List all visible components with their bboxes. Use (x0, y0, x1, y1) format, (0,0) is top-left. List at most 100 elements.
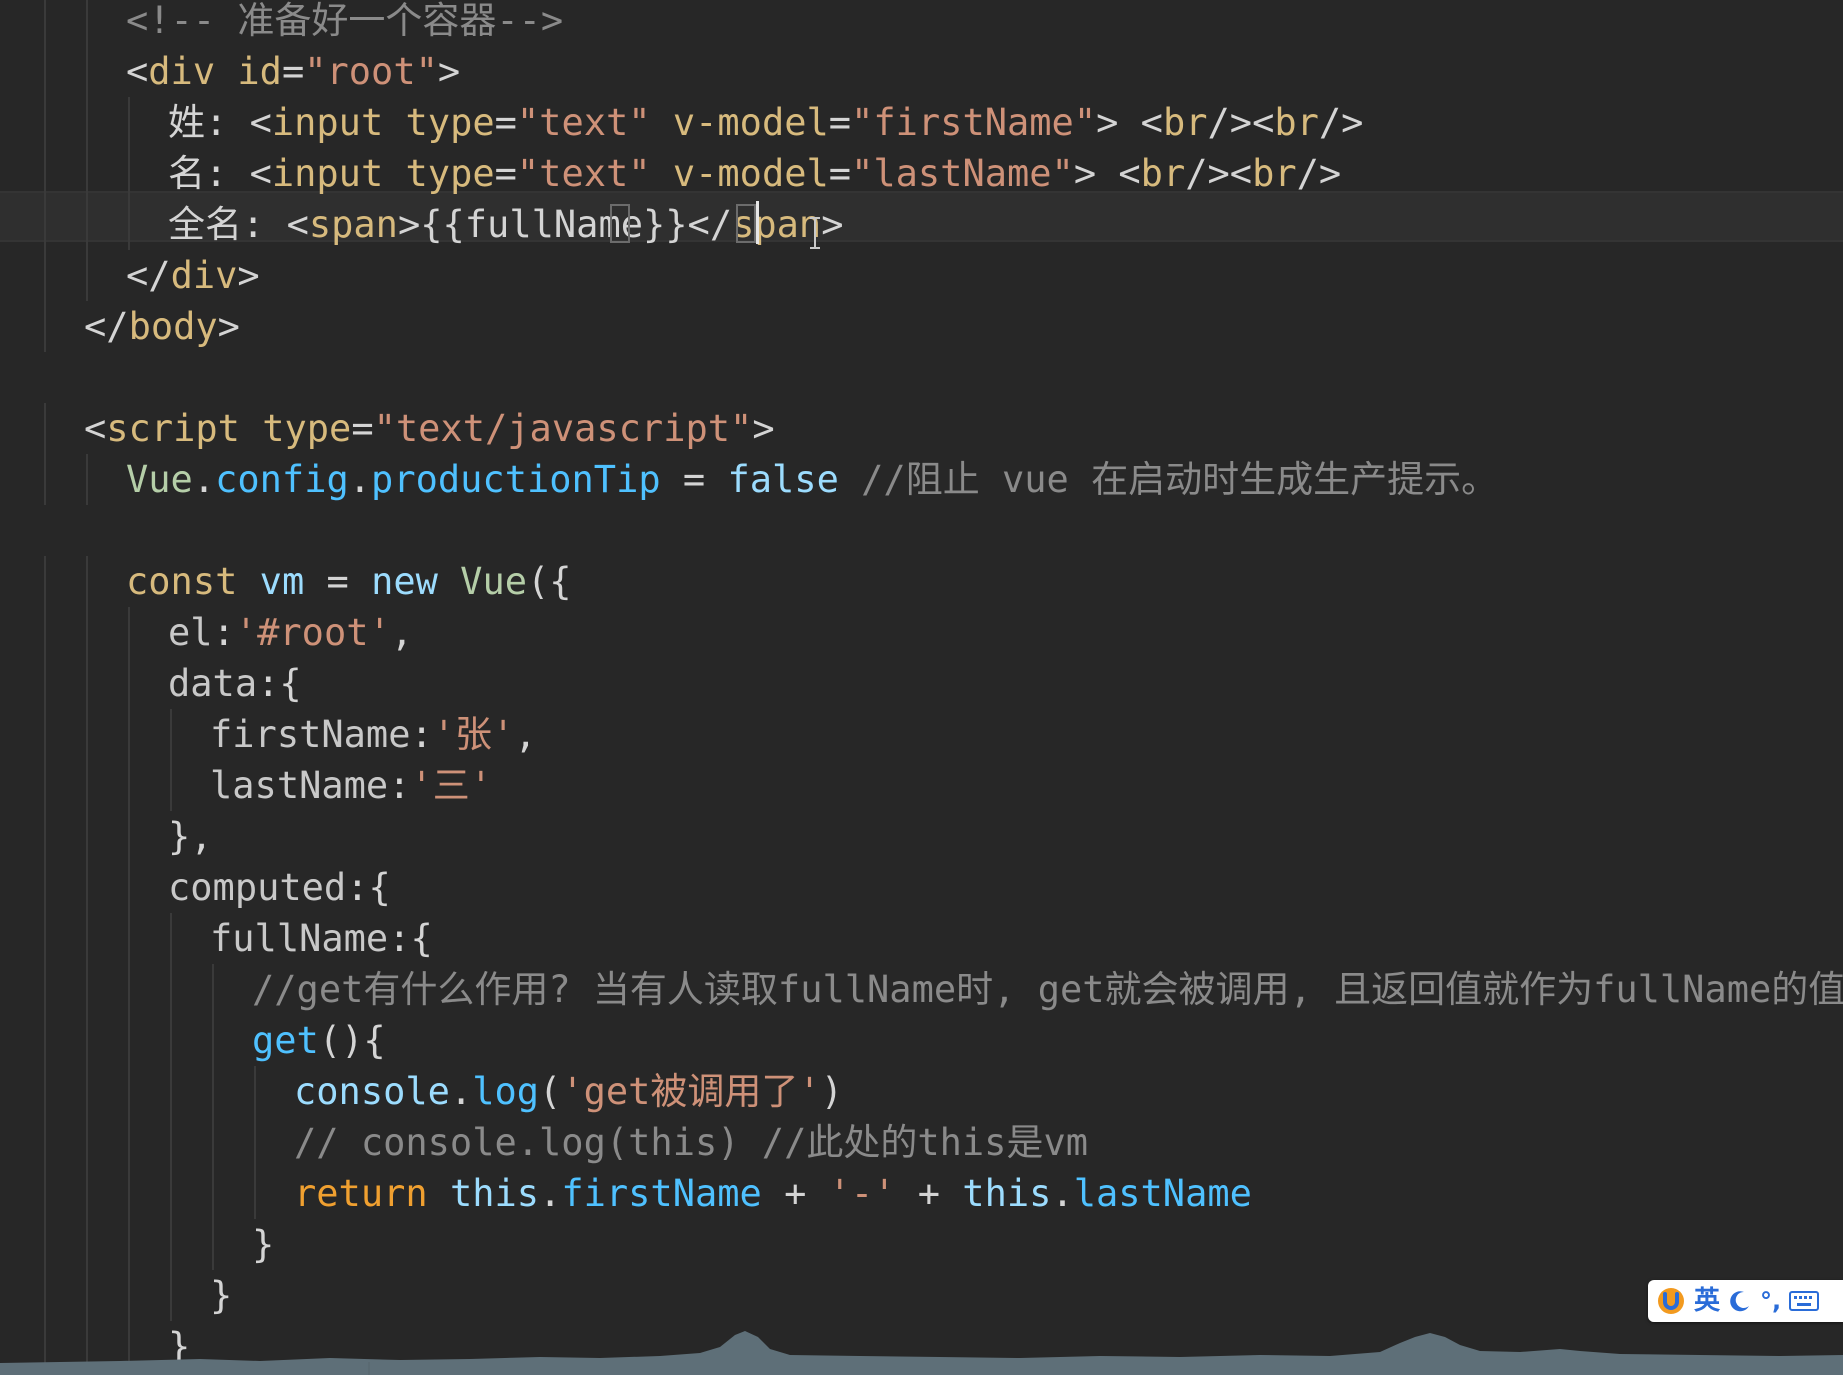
code-line[interactable]: 姓: <input type="text" v-model="firstName… (0, 97, 1843, 148)
code-token: </ (126, 254, 171, 297)
code-line[interactable]: <script type="text/javascript"> (0, 403, 1843, 454)
code-token: = (660, 458, 728, 501)
code-token: < (126, 50, 149, 93)
code-token: ( (539, 1070, 562, 1113)
code-token: > (821, 203, 844, 246)
code-token: < (84, 407, 107, 450)
code-line[interactable]: 名: <input type="text" v-model="lastName"… (0, 148, 1843, 199)
code-line[interactable]: console.log('get被调用了') (0, 1066, 1843, 1117)
code-token: type (405, 101, 495, 144)
code-line[interactable]: 全名: <span>{{fullName}}</span> (0, 199, 1843, 250)
code-token: ) (820, 1070, 843, 1113)
code-token: Vue (460, 560, 527, 603)
code-token: > (752, 407, 775, 450)
code-token: . (539, 1172, 562, 1215)
code-token: this (962, 1172, 1052, 1215)
code-line[interactable]: //get有什么作用? 当有人读取fullName时, get就会被调用, 且返… (0, 964, 1843, 1015)
code-token: '三' (410, 764, 493, 807)
ime-punctuation-toggle[interactable]: °, (1760, 1280, 1781, 1322)
code-line[interactable]: <!-- 准备好一个容器--> (0, 0, 1843, 46)
code-line[interactable] (0, 505, 1843, 556)
code-token: input (271, 152, 384, 195)
code-line[interactable]: firstName:'张', (0, 709, 1843, 760)
code-token: = (494, 152, 517, 195)
text-cursor (756, 201, 759, 244)
code-token: return (294, 1172, 428, 1215)
code-token: firstName (210, 713, 411, 756)
code-token: vm (259, 560, 305, 603)
code-line[interactable]: const vm = new Vue({ (0, 556, 1843, 607)
code-line[interactable]: fullName:{ (0, 913, 1843, 964)
code-line[interactable]: Vue.config.productionTip = false //阻止 vu… (0, 454, 1843, 505)
code-token: fullName (210, 917, 389, 960)
code-token: = (828, 152, 852, 195)
code-token: :{ (388, 917, 433, 960)
code-token: input (271, 101, 384, 144)
code-line[interactable]: el:'#root', (0, 607, 1843, 658)
code-token: > (237, 254, 260, 297)
code-line[interactable]: } (0, 1270, 1843, 1321)
code-line[interactable]: return this.firstName + '-' + this.lastN… (0, 1168, 1843, 1219)
code-token: } (210, 1274, 233, 1317)
code-token: </ (687, 203, 733, 246)
code-line[interactable]: computed:{ (0, 862, 1843, 913)
moon-icon[interactable] (1728, 1289, 1752, 1313)
code-token: , (390, 611, 414, 654)
code-token: < (1118, 152, 1141, 195)
code-token: < (249, 101, 272, 144)
code-token: />< (1207, 101, 1275, 144)
ime-toolbar[interactable]: 英 °, (1648, 1280, 1843, 1322)
code-line[interactable]: data:{ (0, 658, 1843, 709)
code-token: ({ (527, 560, 572, 603)
code-token: div (170, 254, 238, 297)
code-line[interactable] (0, 352, 1843, 403)
code-token: (){ (318, 1019, 386, 1062)
code-line[interactable]: <div id="root"> (0, 46, 1843, 97)
code-line[interactable]: // console.log(this) //此处的this是vm (0, 1117, 1843, 1168)
code-token: type (262, 407, 352, 450)
code-editor[interactable]: <!-- 准备好一个容器--> <div id="root"> 姓: <input … (0, 0, 1843, 1375)
code-token: } (252, 1223, 275, 1266)
code-token: lastName (210, 764, 389, 807)
code-token: 'get被调用了' (561, 1070, 821, 1113)
code-token: lastName (1073, 1172, 1252, 1215)
code-token: productionTip (371, 458, 661, 501)
bracket-match-open (610, 204, 630, 243)
code-line[interactable]: } (0, 1219, 1843, 1270)
sogou-logo-icon[interactable] (1656, 1286, 1686, 1316)
code-token: new (371, 560, 438, 603)
ime-language-toggle[interactable]: 英 (1694, 1280, 1720, 1322)
code-token: = (351, 407, 374, 450)
code-token: br (1274, 101, 1319, 144)
code-token: "firstName" (851, 101, 1097, 144)
code-line[interactable]: }, (0, 811, 1843, 862)
code-token: , (514, 713, 537, 756)
code-token: '#root' (234, 611, 391, 654)
code-token: : (410, 713, 433, 756)
code-token: . (1051, 1172, 1074, 1215)
code-token: /> (1318, 101, 1364, 144)
code-token: el (168, 611, 213, 654)
code-line[interactable]: </body> (0, 301, 1843, 352)
code-token: < (1140, 101, 1163, 144)
code-token: 全名: (168, 203, 287, 246)
code-token: //阻止 vue 在启动时生成生产提示。 (861, 458, 1499, 501)
code-token: "root" (304, 50, 438, 93)
keyboard-icon[interactable] (1789, 1290, 1820, 1312)
code-token: . (348, 458, 372, 501)
code-line[interactable]: get(){ (0, 1015, 1843, 1066)
code-token: span (308, 203, 398, 246)
code-line[interactable]: lastName:'三' (0, 760, 1843, 811)
code-token: '-' (828, 1172, 896, 1215)
code-token: + (761, 1172, 829, 1215)
code-token: console (294, 1070, 450, 1113)
code-token: + (895, 1172, 963, 1215)
code-token: this (449, 1172, 540, 1215)
code-token: const (126, 560, 238, 603)
code-token: . (449, 1070, 473, 1113)
code-token: = (304, 560, 372, 603)
code-line[interactable]: </div> (0, 250, 1843, 301)
